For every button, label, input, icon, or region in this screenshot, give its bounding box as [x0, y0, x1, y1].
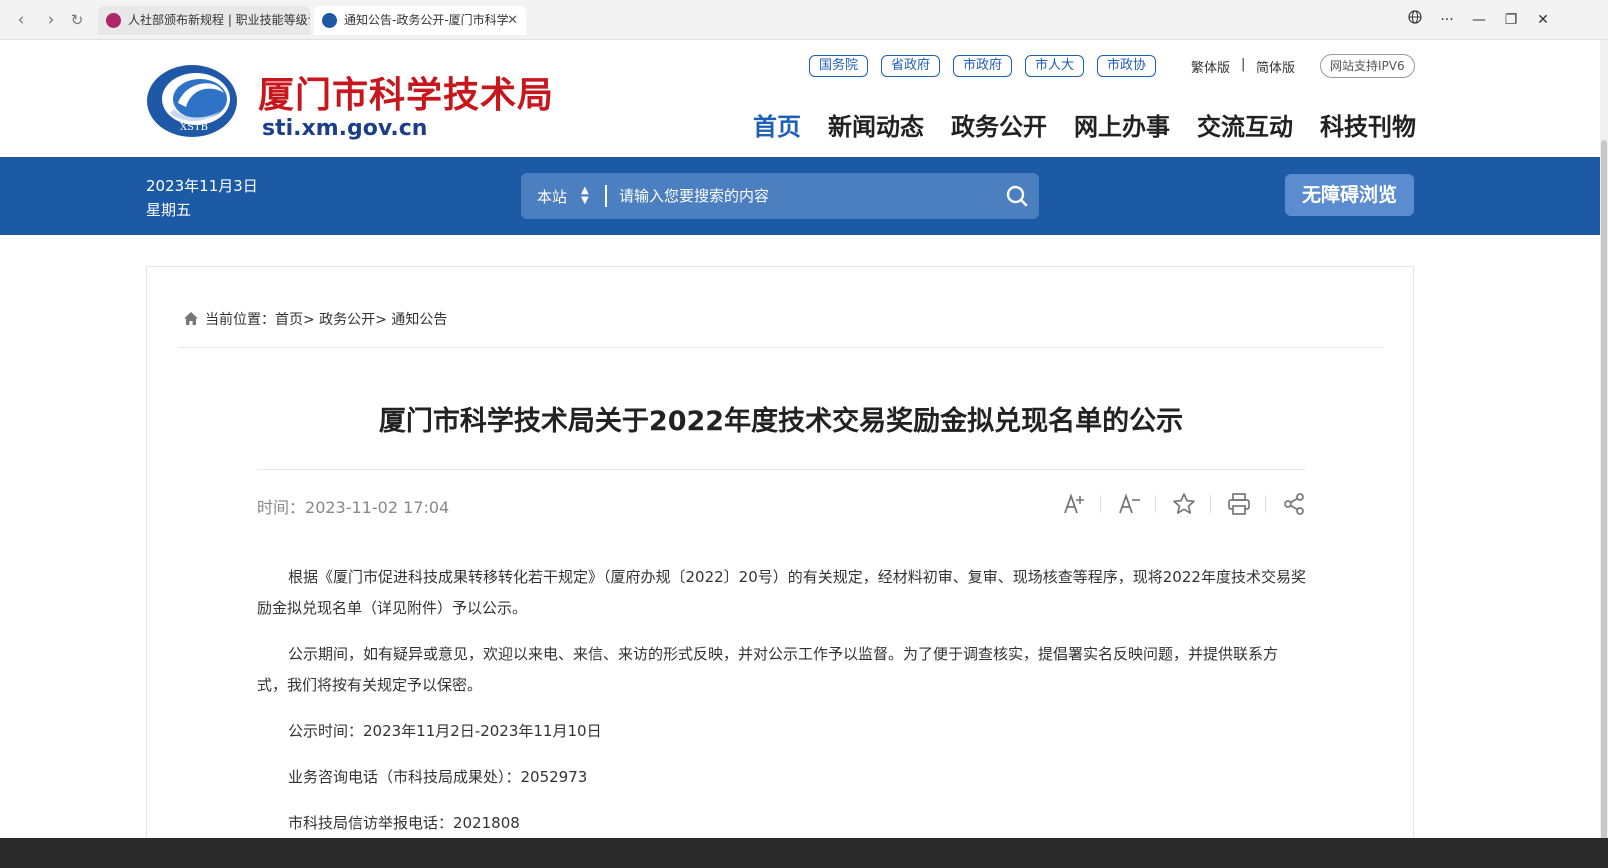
breadcrumb-label: 当前位置：: [205, 312, 275, 328]
tab-favicon: [106, 13, 121, 28]
font-increase-icon[interactable]: [1059, 489, 1089, 519]
divider: [257, 469, 1305, 470]
article-paragraph: 业务咨询电话（市科技局成果处）：2052973: [288, 768, 588, 786]
tab-label: 通知公告-政务公开-厦门市科学: [344, 13, 509, 27]
share-icon[interactable]: [1279, 489, 1309, 519]
lang-simplified[interactable]: 简体版: [1256, 57, 1295, 76]
forward-icon[interactable]: ›: [40, 9, 62, 31]
browser-tab-1[interactable]: 人社部颁布新规程 | 职业技能等级认: [98, 6, 310, 35]
restore-icon[interactable]: ❐: [1499, 9, 1523, 31]
gov-link-state-council[interactable]: 国务院: [809, 55, 869, 77]
nav-publications[interactable]: 科技刊物: [1320, 107, 1416, 142]
close-icon[interactable]: ✕: [1531, 9, 1555, 31]
back-icon[interactable]: ‹: [10, 9, 32, 31]
search-scope-select[interactable]: 本站: [537, 186, 567, 207]
publish-time-value: 2023-11-02 17:04: [305, 498, 450, 517]
article-paragraph: 市科技局信访举报电话：2021808: [288, 814, 520, 832]
globe-icon[interactable]: [1403, 9, 1427, 31]
site-title: 厦门市科学技术局: [258, 74, 555, 116]
nav-interaction[interactable]: 交流互动: [1197, 107, 1293, 142]
browser-tab-2[interactable]: 通知公告-政务公开-厦门市科学 ✕: [314, 6, 526, 35]
tab-label: 人社部颁布新规程 | 职业技能等级认: [128, 13, 310, 27]
site-domain: sti.xm.gov.cn: [262, 116, 428, 141]
font-decrease-icon[interactable]: [1114, 489, 1144, 519]
tool-divider: [1155, 495, 1156, 513]
logo-text: XSTB: [180, 122, 208, 133]
gov-link-cppcc[interactable]: 市政协: [1097, 55, 1157, 77]
lang-separator: |: [1241, 57, 1246, 72]
more-icon[interactable]: ···: [1435, 9, 1459, 31]
article-paragraph: 公示期间，如有疑异或意见，欢迎以来电、来信、来访的形式反映，并对公示工作予以监督…: [257, 645, 1279, 694]
current-date: 2023年11月3日: [146, 177, 258, 195]
article-paragraph: 根据《厦门市促进科技成果转移转化若干规定》（厦府办规〔2022〕20号）的有关规…: [257, 568, 1306, 617]
search-input[interactable]: [619, 181, 979, 211]
scope-sort-icon[interactable]: ▲ ▼: [581, 186, 589, 206]
gov-link-npc[interactable]: 市人大: [1025, 55, 1085, 77]
search-band: 2023年11月3日 星期五 本站 ▲▼ 无障碍浏览: [0, 157, 1600, 235]
close-tab-icon[interactable]: ✕: [507, 6, 518, 35]
lang-traditional[interactable]: 繁体版: [1191, 57, 1230, 76]
article-card: 当前位置：首页> 政务公开> 通知公告 厦门市科学技术局关于2022年度技术交易…: [146, 266, 1414, 866]
site-header: XSTB 厦门市科学技术局 sti.xm.gov.cn 国务院 省政府 市政府 …: [0, 40, 1600, 157]
search-divider: [605, 185, 607, 207]
star-icon[interactable]: [1169, 489, 1199, 519]
breadcrumb: 当前位置：首页> 政务公开> 通知公告: [183, 309, 447, 330]
tool-divider: [1265, 495, 1266, 513]
publish-time: 时间：2023-11-02 17:04: [257, 494, 449, 518]
current-weekday: 星期五: [146, 201, 192, 219]
minimize-icon[interactable]: —: [1467, 9, 1491, 31]
site-logo[interactable]: XSTB: [146, 63, 240, 139]
nav-news[interactable]: 新闻动态: [828, 107, 924, 142]
publish-time-label: 时间：: [257, 498, 306, 517]
nav-gov-affairs[interactable]: 政务公开: [951, 107, 1047, 142]
accessibility-button[interactable]: 无障碍浏览: [1285, 174, 1414, 216]
tool-divider: [1100, 495, 1101, 513]
home-icon: [183, 311, 199, 330]
divider: [179, 347, 1383, 348]
print-icon[interactable]: [1224, 489, 1254, 519]
search-icon[interactable]: [1005, 184, 1029, 208]
article-title: 厦门市科学技术局关于2022年度技术交易奖励金拟兑现名单的公示: [378, 406, 1184, 437]
browser-toolbar: ‹ › ↻ 人社部颁布新规程 | 职业技能等级认 通知公告-政务公开-厦门市科学…: [0, 0, 1608, 40]
gov-link-province[interactable]: 省政府: [881, 55, 941, 77]
nav-online-services[interactable]: 网上办事: [1074, 107, 1170, 142]
page-scrollbar[interactable]: [1600, 40, 1608, 840]
nav-home[interactable]: 首页: [753, 107, 801, 142]
taskbar-strip: [0, 838, 1608, 868]
tool-divider: [1210, 495, 1211, 513]
refresh-icon[interactable]: ↻: [66, 9, 88, 31]
scrollbar-thumb[interactable]: [1601, 140, 1607, 840]
article-paragraph: 公示时间：2023年11月2日-2023年11月10日: [288, 722, 602, 740]
gov-link-city-gov[interactable]: 市政府: [953, 55, 1013, 77]
breadcrumb-path[interactable]: 首页> 政务公开> 通知公告: [275, 312, 447, 328]
search-box: 本站 ▲ ▼: [521, 173, 1039, 219]
tab-favicon: [322, 13, 337, 28]
ipv6-badge[interactable]: 网站支持IPV6: [1320, 54, 1415, 78]
